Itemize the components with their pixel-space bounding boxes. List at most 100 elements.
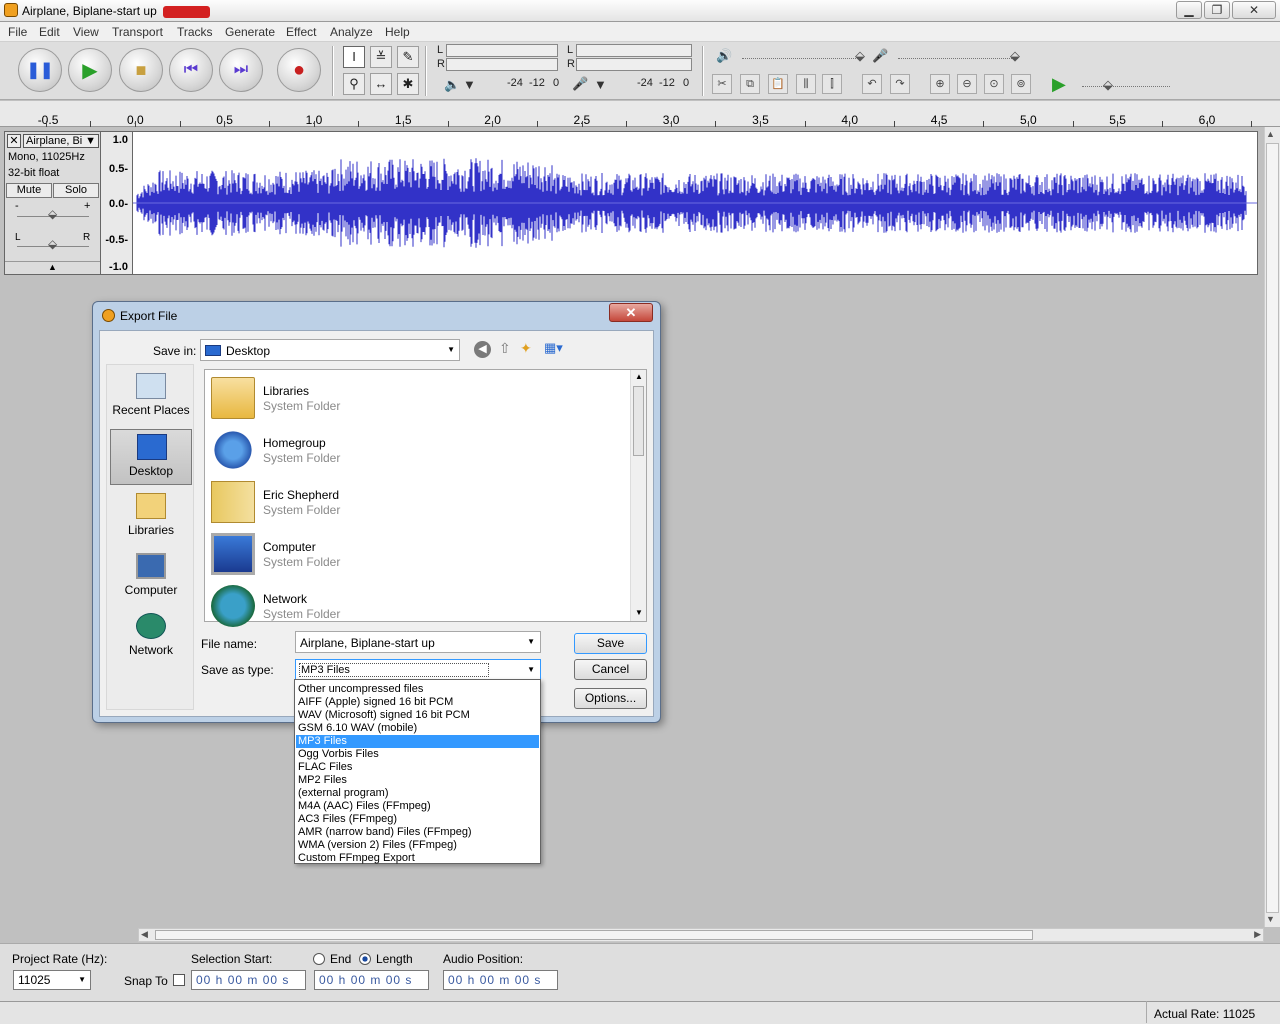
scroll-down-icon[interactable]: ▼ [1266, 914, 1275, 924]
horizontal-scroll-thumb[interactable] [155, 930, 1033, 940]
file-item[interactable]: Homegroup System Folder [208, 425, 628, 475]
place-recent-places[interactable]: Recent Places [110, 369, 192, 425]
play-at-speed-icon[interactable]: ▶ [1052, 74, 1066, 95]
maximize-button[interactable]: ❐ [1204, 1, 1230, 19]
cancel-button[interactable]: Cancel [574, 659, 647, 680]
zoom-tool[interactable]: ⚲ [343, 73, 365, 95]
selection-end-time[interactable]: 00 h 00 m 00 s [314, 970, 429, 990]
menu-help[interactable]: Help [385, 25, 410, 39]
file-item[interactable]: Network System Folder [208, 581, 628, 631]
stop-button[interactable]: ■ [119, 48, 163, 92]
file-list-scroll-thumb[interactable] [633, 386, 644, 456]
draw-tool[interactable]: ✎ [397, 46, 419, 68]
scroll-up-icon[interactable]: ▲ [635, 372, 643, 381]
chevron-down-icon[interactable]: ▼ [527, 637, 535, 646]
new-folder-icon[interactable]: ✦ [520, 340, 532, 357]
file-item[interactable]: Libraries System Folder [208, 373, 628, 423]
slider-thumb[interactable]: ⬙ [1010, 48, 1020, 64]
save-type-option[interactable]: Custom FFmpeg Export [296, 852, 539, 865]
chevron-down-icon[interactable]: ▼ [463, 77, 476, 92]
save-type-option[interactable]: Other uncompressed files [296, 683, 539, 696]
scroll-right-icon[interactable]: ▶ [1254, 929, 1261, 940]
trim-icon[interactable]: ⫼ [796, 74, 816, 94]
file-item[interactable]: Eric Shepherd System Folder [208, 477, 628, 527]
snap-to-checkbox[interactable] [173, 974, 185, 986]
options-button[interactable]: Options... [574, 688, 647, 709]
dialog-close-button[interactable]: ✕ [609, 303, 653, 322]
waveform-area[interactable] [132, 131, 1258, 275]
save-type-option[interactable]: AMR (narrow band) Files (FFmpeg) [296, 826, 539, 839]
track-name-menu[interactable]: Airplane, Bi ▼ [23, 134, 99, 148]
place-libraries[interactable]: Libraries [110, 489, 192, 545]
save-type-option[interactable]: WAV (Microsoft) signed 16 bit PCM [296, 709, 539, 722]
pan-slider-thumb[interactable]: ⬙ [48, 237, 57, 251]
mute-button[interactable]: Mute [6, 183, 52, 198]
end-radio[interactable] [313, 953, 325, 965]
menu-edit[interactable]: Edit [39, 25, 60, 39]
menu-transport[interactable]: Transport [112, 25, 163, 39]
zoom-out-icon[interactable]: ⊖ [957, 74, 977, 94]
collapse-track-icon[interactable]: ▲ [5, 261, 100, 274]
cut-icon[interactable]: ✂ [712, 74, 732, 94]
play-button[interactable]: ▶ [68, 48, 112, 92]
playback-meter-right[interactable] [446, 58, 558, 71]
time-shift-tool[interactable]: ↔ [370, 73, 392, 95]
scroll-down-icon[interactable]: ▼ [635, 608, 643, 617]
copy-icon[interactable]: ⧉ [740, 74, 760, 94]
save-type-option[interactable]: MP3 Files [296, 735, 539, 748]
save-in-select[interactable]: Desktop ▼ [200, 339, 460, 361]
vertical-scroll-thumb[interactable] [1266, 143, 1279, 913]
file-list-scrollbar[interactable]: ▲ ▼ [630, 370, 646, 621]
back-icon[interactable]: ◀ [474, 341, 491, 358]
minimize-button[interactable]: ▁ [1176, 1, 1202, 19]
selection-start-time[interactable]: 00 h 00 m 00 s [191, 970, 306, 990]
selection-tool[interactable]: I [343, 46, 365, 68]
file-name-input[interactable]: Airplane, Biplane-start up ▼ [295, 631, 541, 653]
silence-icon[interactable]: ⫿ [822, 74, 842, 94]
chevron-down-icon[interactable]: ▼ [594, 77, 607, 92]
menu-view[interactable]: View [73, 25, 99, 39]
file-item[interactable]: Computer System Folder [208, 529, 628, 579]
output-volume-slider[interactable] [742, 58, 862, 59]
save-type-option[interactable]: (external program) [296, 787, 539, 800]
view-menu-icon[interactable]: ▦▾ [544, 340, 563, 356]
length-radio[interactable] [359, 953, 371, 965]
redo-icon[interactable]: ↷ [890, 74, 910, 94]
project-rate-select[interactable]: 11025 ▼ [13, 970, 91, 990]
record-meter-left[interactable] [576, 44, 692, 57]
skip-to-start-button[interactable]: ⏮ [169, 48, 213, 92]
place-computer[interactable]: Computer [110, 549, 192, 605]
fit-selection-icon[interactable]: ⊙ [984, 74, 1004, 94]
save-type-option[interactable]: WMA (version 2) Files (FFmpeg) [296, 839, 539, 852]
undo-icon[interactable]: ↶ [862, 74, 882, 94]
menu-analyze[interactable]: Analyze [330, 25, 373, 39]
save-button[interactable]: Save [574, 633, 647, 654]
save-type-option[interactable]: FLAC Files [296, 761, 539, 774]
record-meter-right[interactable] [576, 58, 692, 71]
menu-effect[interactable]: Effect [286, 25, 316, 39]
window-close-button[interactable]: ✕ [1232, 1, 1276, 19]
play-speed-slider[interactable] [1082, 86, 1170, 87]
gain-slider-thumb[interactable]: ⬙ [48, 207, 57, 221]
scroll-left-icon[interactable]: ◀ [141, 929, 148, 940]
menu-file[interactable]: File [8, 25, 27, 39]
skip-to-end-button[interactable]: ⏭ [219, 48, 263, 92]
place-network[interactable]: Network [110, 609, 192, 665]
horizontal-scrollbar[interactable]: ◀ ▶ [138, 928, 1264, 942]
up-folder-icon[interactable]: ⇧ [499, 340, 511, 357]
record-button[interactable]: ● [277, 48, 321, 92]
solo-button[interactable]: Solo [53, 183, 99, 198]
save-type-option[interactable]: AIFF (Apple) signed 16 bit PCM [296, 696, 539, 709]
slider-thumb[interactable]: ⬙ [855, 48, 865, 64]
close-track-icon[interactable]: ✕ [7, 134, 21, 148]
save-type-option[interactable]: MP2 Files [296, 774, 539, 787]
save-type-option[interactable]: Ogg Vorbis Files [296, 748, 539, 761]
place-desktop[interactable]: Desktop [110, 429, 192, 485]
multi-tool[interactable]: ✱ [397, 73, 419, 95]
timeline-ruler[interactable]: -0.5 0.0 0.5 1.0 1.5 2.0 2.5 3.0 3.5 4.0 4.5 5.0 5.5… [0, 101, 1280, 127]
playback-meter-left[interactable] [446, 44, 558, 57]
save-type-option[interactable]: M4A (AAC) Files (FFmpeg) [296, 800, 539, 813]
save-type-option[interactable]: GSM 6.10 WAV (mobile) [296, 722, 539, 735]
zoom-in-icon[interactable]: ⊕ [930, 74, 950, 94]
audio-position-time[interactable]: 00 h 00 m 00 s [443, 970, 558, 990]
